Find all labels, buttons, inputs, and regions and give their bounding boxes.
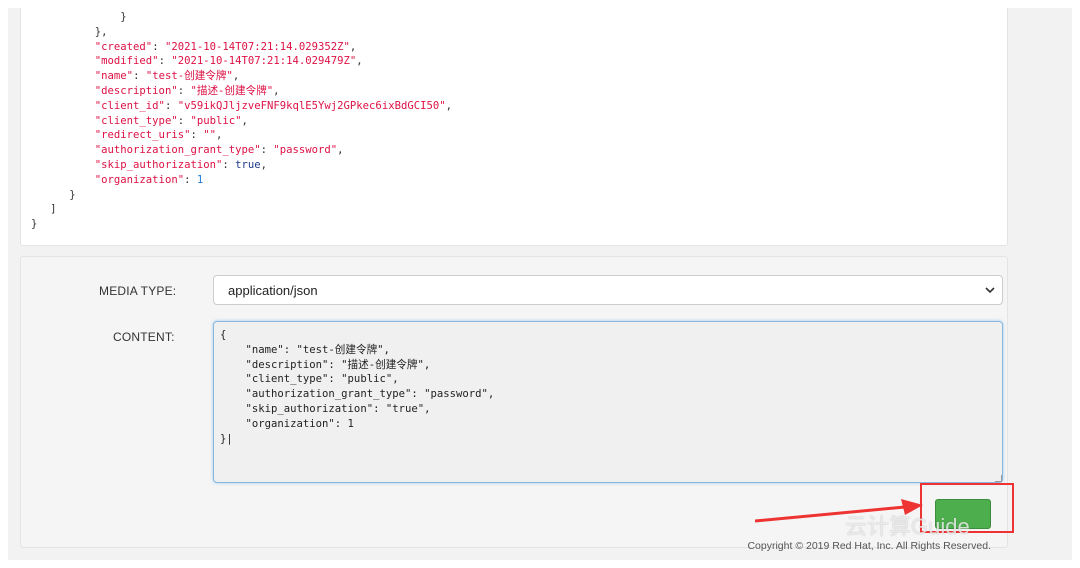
request-form: MEDIA TYPE: application/json CONTENT: { … [20,256,1014,552]
json-token: : [190,129,204,142]
json-token: true [235,158,261,171]
json-token: "created" [94,40,153,53]
json-token: : [184,173,197,186]
json-token: : [177,84,191,97]
response-line: "organization": 1 [31,173,452,188]
json-token: "v59ikQJljzveFNF9kqlE5Ywj2GPkec6ixBdGCI5… [177,99,446,112]
response-line: "created": "2021-10-14T07:21:14.029352Z"… [31,40,452,55]
response-json: } }, "created": "2021-10-14T07:21:14.029… [31,10,452,232]
json-token: , [241,114,248,127]
json-token: ] [50,203,57,216]
response-line: "redirect_uris": "", [31,128,452,143]
json-token: : [222,158,236,171]
json-token: } [120,11,127,23]
json-token: , [445,99,452,112]
copyright-text: Copyright © 2019 Red Hat, Inc. All Right… [747,540,991,552]
json-token: , [349,40,357,53]
response-line: } [31,217,452,232]
response-line: "client_id": "v59ikQJljzveFNF9kqlE5Ywj2G… [31,99,452,114]
json-token: "" [203,129,216,142]
json-token: , [215,129,223,142]
json-token: "2021-10-14T07:21:14.029479Z" [171,55,357,68]
media-type-value: application/json [228,283,318,298]
response-line: "modified": "2021-10-14T07:21:14.029479Z… [31,54,452,69]
json-token: , [260,158,268,171]
json-token: "2021-10-14T07:21:14.029352Z" [164,40,350,53]
response-line: } [31,188,452,203]
response-line: ] [31,202,452,217]
resize-handle-icon[interactable] [995,475,1002,482]
json-token: : [164,99,178,112]
json-token: "client_id" [94,99,165,112]
json-token: : [158,55,172,68]
json-token: , [232,70,240,83]
json-token: "test-创建令牌" [145,70,233,83]
json-token: "organization" [94,173,185,186]
json-token: "description" [94,84,178,97]
json-token: "redirect_uris" [94,129,191,142]
json-token: , [356,55,363,68]
watermark: 云计算Guide [845,514,970,539]
json-token: "password" [273,144,338,157]
json-token: "modified" [94,55,159,68]
media-type-label: MEDIA TYPE: [99,284,177,298]
json-token: , [273,84,280,97]
json-token: "skip_authorization" [94,158,223,171]
json-token: "name" [94,70,134,83]
response-line: "client_type": "public", [31,114,452,129]
response-panel: } }, "created": "2021-10-14T07:21:14.029… [20,8,1008,246]
json-token: : [152,40,165,53]
json-token: "描述-创建令牌" [190,84,274,97]
response-line: } [31,10,452,25]
json-token: : [133,70,146,83]
json-token: 1 [196,173,204,186]
json-token: : [260,144,274,157]
response-line: "skip_authorization": true, [31,158,452,173]
content-textarea[interactable]: { "name": "test-创建令牌", "description": "描… [213,321,1003,483]
response-line: "authorization_grant_type": "password", [31,143,452,158]
chevron-down-icon [985,287,995,294]
response-line: }, [31,25,452,40]
media-type-select[interactable]: application/json [213,275,1003,305]
json-token: , [337,144,344,157]
json-token: : [177,114,191,127]
json-token: "client_type" [94,114,178,127]
json-token: }, [94,25,108,38]
json-token: } [31,218,38,231]
response-line: "name": "test-创建令牌", [31,69,452,84]
json-token: } [69,188,76,201]
content-label: CONTENT: [113,330,175,344]
json-token: "public" [190,114,242,127]
response-line: "description": "描述-创建令牌", [31,84,452,99]
page-frame: } }, "created": "2021-10-14T07:21:14.029… [8,8,1072,560]
json-token: "authorization_grant_type" [94,144,261,157]
